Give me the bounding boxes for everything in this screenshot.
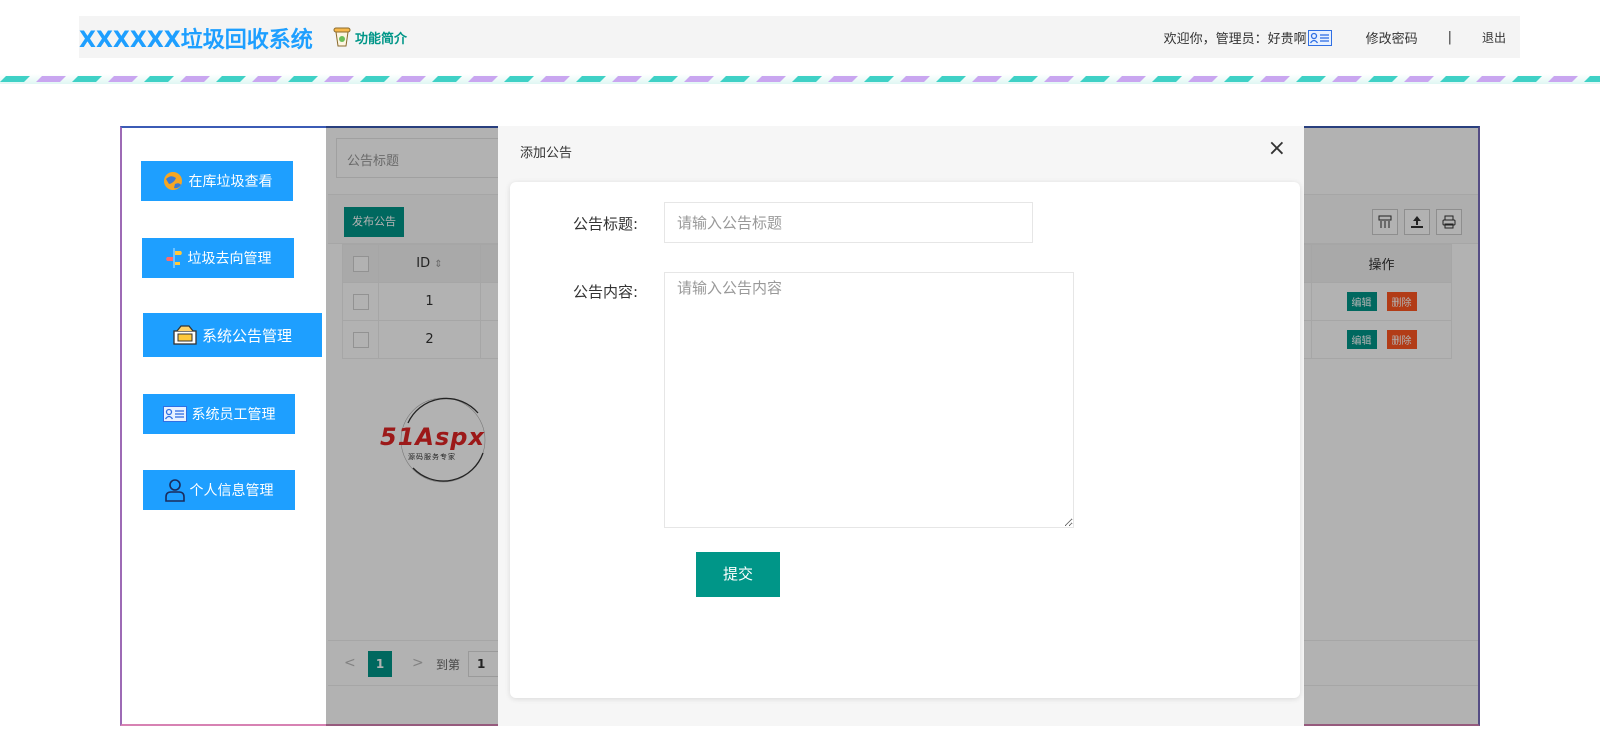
user-area: 欢迎你，管理员：好贵啊 修改密码 | 退出	[1164, 28, 1506, 47]
user-icon	[164, 478, 185, 502]
id-card-icon	[162, 406, 187, 422]
change-password-link[interactable]: 修改密码	[1366, 28, 1418, 47]
sidebar-item-stock[interactable]: 在库垃圾查看	[141, 161, 293, 201]
id-card-icon	[1307, 29, 1332, 46]
globe-icon	[162, 170, 184, 192]
title-field-label: 公告标题:	[572, 215, 638, 233]
announcement-content-input[interactable]	[664, 272, 1074, 528]
sidebar-item-label: 在库垃圾查看	[188, 174, 273, 190]
sidebar-item-profile[interactable]: 个人信息管理	[143, 470, 295, 510]
decorative-stripe	[0, 74, 1600, 84]
modal-title: 添加公告	[520, 146, 573, 161]
sidebar-item-label: 系统员工管理	[191, 407, 276, 423]
header-separator: |	[1447, 30, 1452, 45]
sidebar-item-announcement[interactable]: 系统公告管理	[143, 313, 322, 357]
app-title: XXXXXX垃圾回收系统	[79, 28, 313, 53]
sidebar-item-label: 系统公告管理	[201, 326, 292, 345]
modal-form: 公告标题: 公告内容: 提交	[510, 182, 1300, 698]
top-header: XXXXXX垃圾回收系统 功能简介 欢迎你，管理员：好贵啊 修改密码 | 退出	[79, 16, 1520, 58]
sidebar-item-label: 垃圾去向管理	[187, 251, 272, 267]
add-announcement-modal: 添加公告 × 公告标题: 公告内容: 提交	[498, 126, 1304, 726]
sidebar-item-destination[interactable]: 垃圾去向管理	[142, 238, 294, 278]
intro-label: 功能简介	[355, 31, 408, 47]
sidebar: 在库垃圾查看 垃圾去向管理 系统公告管理 系统员工管理 个人信息管理	[122, 128, 328, 724]
welcome-text: 欢迎你，管理员：好贵啊	[1163, 32, 1307, 47]
cup-icon	[333, 27, 351, 47]
content-field-label: 公告内容:	[572, 283, 638, 301]
signpost-icon	[165, 247, 183, 269]
submit-button[interactable]: 提交	[696, 552, 780, 597]
sidebar-item-staff[interactable]: 系统员工管理	[143, 394, 295, 434]
logout-link[interactable]: 退出	[1482, 29, 1506, 46]
close-icon[interactable]: ×	[1268, 137, 1286, 161]
intro-link[interactable]: 功能简介	[332, 26, 407, 48]
announcement-title-input[interactable]	[664, 202, 1033, 243]
sidebar-item-label: 个人信息管理	[189, 483, 274, 499]
announcement-icon	[173, 325, 197, 345]
